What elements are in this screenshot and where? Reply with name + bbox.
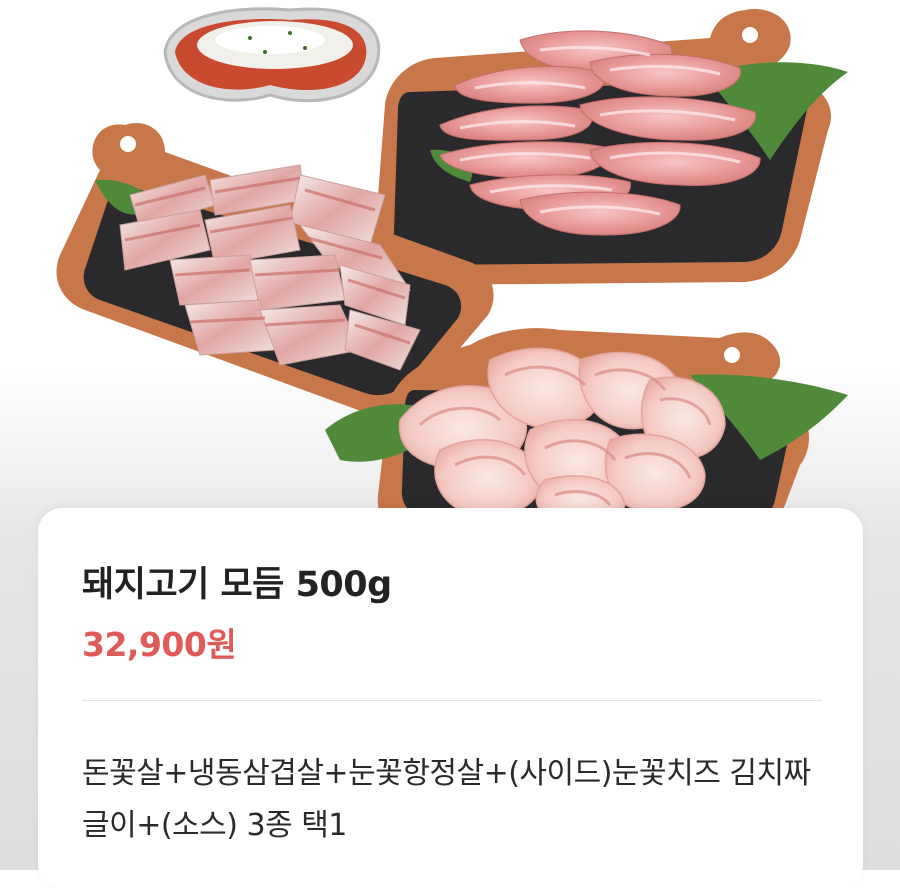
divider: [82, 700, 822, 701]
meat-platter-illustration: [56, 7, 848, 548]
product-price: 32,900원: [82, 625, 237, 664]
product-description: 돈꽃살+냉동삼겹살+눈꽃항정살+(사이드)눈꽃치즈 김치짜글이+(소스) 3종 …: [82, 756, 811, 843]
side-dish-kimchi-cheese: [163, 7, 381, 103]
product-title: 돼지고기 모듬 500g: [82, 565, 392, 605]
board-pork-neck: [374, 9, 848, 285]
product-image[interactable]: [0, 0, 900, 560]
product-info-card: 돼지고기 모듬 500g 32,900원 돈꽃살+냉동삼겹살+눈꽃항정살+(사이…: [38, 508, 863, 888]
